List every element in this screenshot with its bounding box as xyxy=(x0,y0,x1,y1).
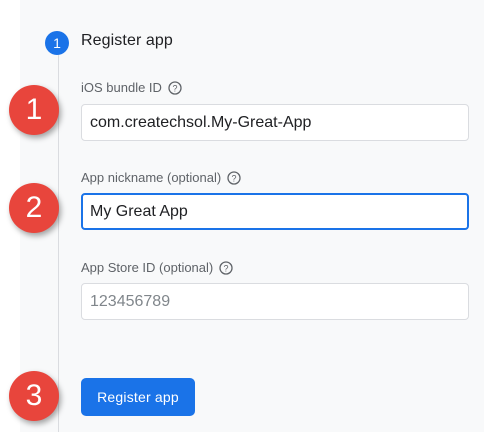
app-store-id-label: App Store ID (optional) xyxy=(81,260,214,275)
callout-2: 2 xyxy=(9,183,59,233)
nickname-label: App nickname (optional) xyxy=(81,170,222,185)
help-circle-icon[interactable]: ? xyxy=(219,260,233,275)
nickname-input[interactable] xyxy=(81,193,469,230)
callout-3: 3 xyxy=(9,371,59,421)
bundle-id-input[interactable] xyxy=(81,104,469,141)
callout-1: 1 xyxy=(9,85,59,135)
bundle-id-label-row: iOS bundle ID ? xyxy=(81,80,182,95)
bundle-id-label: iOS bundle ID xyxy=(81,80,162,95)
app-store-id-label-row: App Store ID (optional) ? xyxy=(81,260,233,275)
app-store-id-input[interactable] xyxy=(81,283,469,320)
svg-text:?: ? xyxy=(232,173,237,183)
svg-text:?: ? xyxy=(172,83,177,93)
register-app-button[interactable]: Register app xyxy=(81,378,195,416)
step-number-badge: 1 xyxy=(45,31,69,55)
help-circle-icon[interactable]: ? xyxy=(168,80,182,95)
svg-text:?: ? xyxy=(224,263,229,273)
help-circle-icon[interactable]: ? xyxy=(227,170,241,185)
nickname-label-row: App nickname (optional) ? xyxy=(81,170,241,185)
step-title: Register app xyxy=(81,32,173,49)
